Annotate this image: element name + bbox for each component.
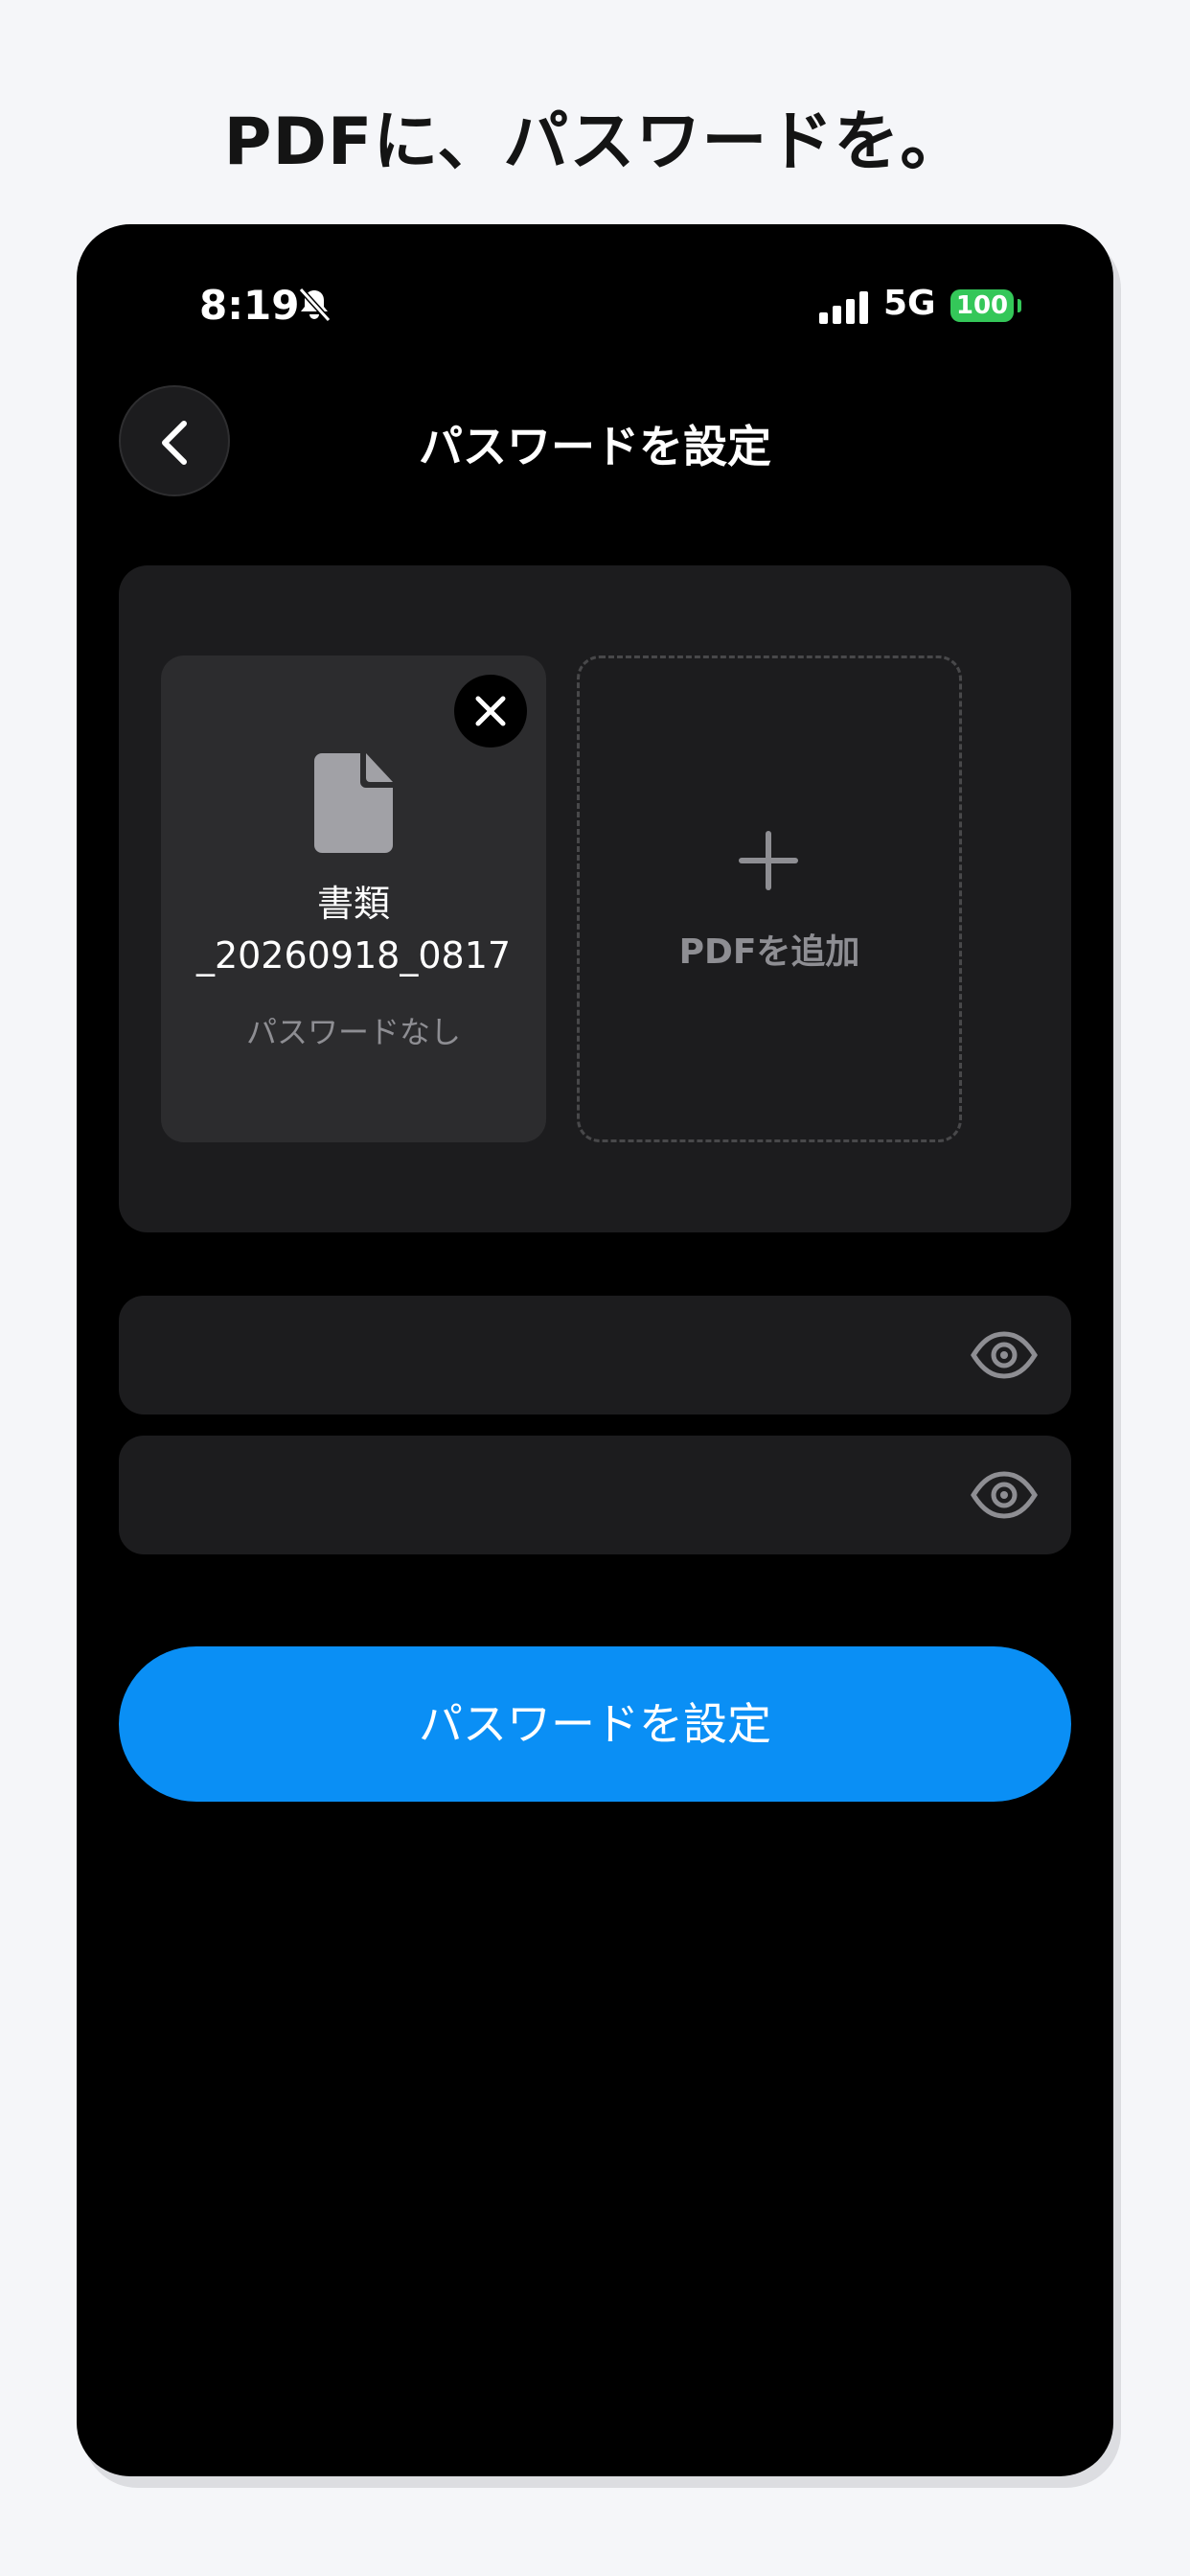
add-pdf-button[interactable]	[577, 656, 962, 1142]
network-type: 5G	[883, 284, 936, 323]
password-input[interactable]	[148, 1296, 937, 1416]
set-password-button[interactable]: パスワードを設定	[119, 1646, 1071, 1802]
bell-muted-icon	[295, 286, 333, 324]
page-title: パスワードを設定	[419, 421, 771, 472]
eye-icon[interactable]	[970, 1330, 1039, 1380]
eye-icon[interactable]	[970, 1470, 1039, 1520]
status-time: 8:19	[199, 282, 300, 329]
remove-file-button[interactable]	[454, 675, 527, 748]
password-confirm-input[interactable]	[148, 1436, 937, 1556]
battery-nub	[1018, 299, 1021, 312]
password-confirm-field[interactable]	[119, 1436, 1071, 1556]
page-headline: PDFに、パスワードを。	[223, 104, 967, 180]
password-field[interactable]	[119, 1296, 1071, 1416]
battery-indicator: 100	[950, 289, 1014, 322]
signal-icon	[819, 291, 873, 324]
close-icon	[475, 696, 506, 726]
